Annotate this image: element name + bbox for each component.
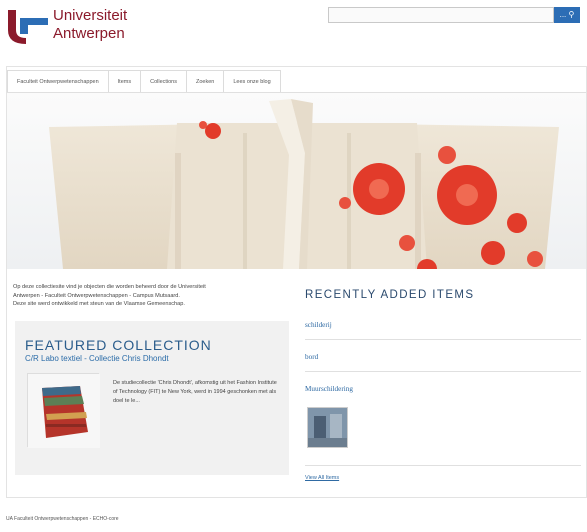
logo-wordmark: Universiteit Antwerpen: [53, 7, 127, 43]
intro-line3: Deze site werd ontwikkeld met steun van …: [13, 301, 185, 307]
recently-added-heading: RECENTLY ADDED ITEMS: [305, 289, 475, 301]
content-frame: Faculteit Ontwerpwetenschappen Items Col…: [6, 66, 587, 498]
featured-collection-heading: FEATURED COLLECTION: [25, 337, 212, 353]
search-input[interactable]: [328, 7, 554, 23]
recent-item-divider: [305, 371, 581, 372]
main-nav: Faculteit Ontwerpwetenschappen Items Col…: [7, 70, 281, 92]
recent-item-divider: [305, 465, 581, 466]
university-logo[interactable]: Universiteit Antwerpen: [6, 4, 146, 48]
search-button-label: ...: [559, 10, 567, 19]
recent-item-divider: [305, 339, 581, 340]
footer-text: UA Faculteit Ontwerpwetenschappen - ECHO…: [6, 516, 119, 522]
nav-item-zoeken[interactable]: Zoeken: [186, 70, 225, 92]
logo-line1: Universiteit: [53, 7, 128, 24]
nav-item-blog[interactable]: Lees onze blog: [223, 70, 281, 92]
hero-kimono-image: [7, 93, 586, 269]
featured-collection-description: De studiecollectie 'Chris Dhondt', afkom…: [113, 380, 277, 404]
nav-item-collections[interactable]: Collections: [140, 70, 187, 92]
featured-collection-link[interactable]: C/R Labo textiel - Collectie Chris Dhond…: [25, 354, 169, 363]
recent-item-link[interactable]: schilderij: [305, 321, 581, 329]
featured-collection-panel: FEATURED COLLECTION C/R Labo textiel - C…: [15, 321, 289, 475]
featured-collection-thumbnail[interactable]: [27, 373, 100, 448]
nav-item-items[interactable]: Items: [107, 70, 142, 92]
university-logo-icon: [8, 10, 48, 44]
nav-item-faculteit[interactable]: Faculteit Ontwerpwetenschappen: [7, 70, 109, 92]
site-header: Universiteit Antwerpen ... ⚲: [0, 0, 587, 58]
recent-item-thumbnail[interactable]: [307, 407, 348, 448]
search-button[interactable]: ... ⚲: [554, 7, 580, 23]
intro-line1: Op deze collectiesite vind je objecten d…: [13, 284, 206, 290]
recent-item-link[interactable]: bord: [305, 353, 581, 361]
search-form: ... ⚲: [328, 7, 580, 23]
logo-line2: Antwerpen: [53, 25, 125, 42]
search-icon: ⚲: [568, 10, 575, 19]
view-all-items-link[interactable]: View All Items: [305, 475, 339, 481]
recent-item-link[interactable]: Muurschildering: [305, 385, 581, 393]
intro-line2: Antwerpen - Faculteit Ontwerpwetenschapp…: [13, 292, 180, 299]
intro-text: Op deze collectiesite vind je objecten d…: [13, 283, 289, 309]
